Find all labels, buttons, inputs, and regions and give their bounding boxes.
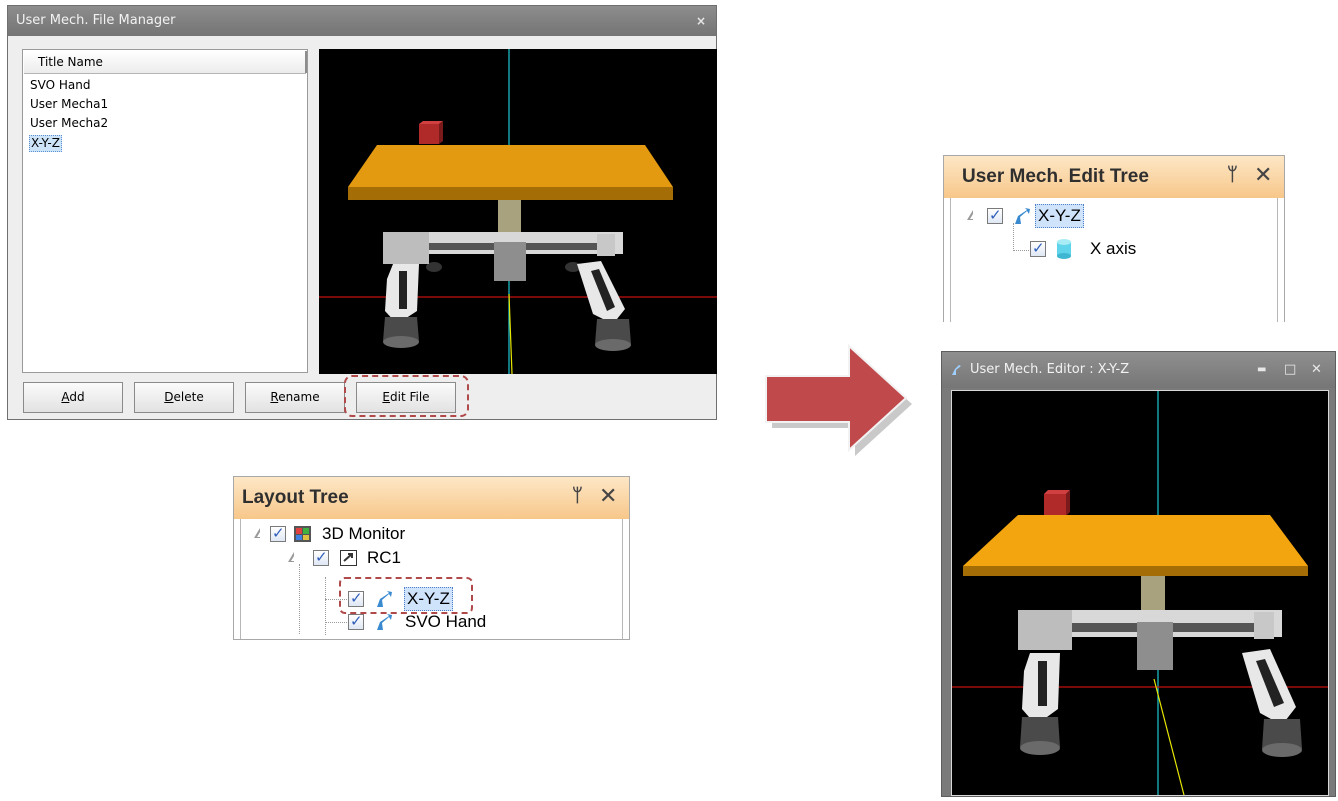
tree-guide xyxy=(1013,223,1014,251)
layout-tree-panel: Layout Tree ᛘ ✕ 3D Monitor RC1 X-Y-Z xyxy=(233,476,630,640)
tree-guide xyxy=(325,622,347,623)
xyz-node-highlight xyxy=(339,577,473,614)
tree-guide xyxy=(325,577,326,635)
edit-tree-body: X-Y-Z X axis xyxy=(950,198,1278,322)
edit-tree-title: User Mech. Edit Tree xyxy=(962,166,1149,187)
editor-app-icon xyxy=(952,365,961,375)
tree-node-3d-monitor[interactable]: 3D Monitor xyxy=(322,523,405,545)
robot-arm-icon xyxy=(1015,208,1030,224)
close-icon[interactable]: ✕ xyxy=(1311,352,1322,388)
edit-file-highlight xyxy=(344,375,469,417)
checkbox-svo-hand[interactable] xyxy=(348,612,364,630)
maximize-icon[interactable]: □ xyxy=(1284,352,1296,388)
list-item-selected[interactable]: X-Y-Z xyxy=(29,135,62,152)
mechanism-editor-window: User Mech. Editor : X-Y-Z ▬ □ ✕ xyxy=(941,351,1336,797)
pin-icon[interactable]: ᛘ xyxy=(572,485,583,506)
column-title-name: Title Name xyxy=(38,55,103,69)
close-icon[interactable]: × xyxy=(696,6,706,36)
tree-node-rc1[interactable]: RC1 xyxy=(367,547,401,569)
expand-triangle-icon[interactable] xyxy=(254,528,260,538)
tree-guide xyxy=(299,564,300,634)
cylinder-axis-icon xyxy=(1057,239,1071,259)
layout-tree-title: Layout Tree xyxy=(242,487,349,508)
right-arrow-icon xyxy=(765,343,912,456)
editor-titlebar[interactable]: User Mech. Editor : X-Y-Z ▬ □ ✕ xyxy=(942,352,1335,388)
checkbox-x-axis[interactable] xyxy=(1030,239,1046,257)
controller-icon xyxy=(340,550,357,566)
checkbox-rc1[interactable] xyxy=(313,548,329,566)
list-item[interactable]: User Mecha1 xyxy=(29,96,109,113)
list-column-header[interactable]: Title Name xyxy=(24,51,307,74)
mechanism-list[interactable]: Title Name SVO Hand User Mecha1 User Mec… xyxy=(22,49,308,373)
rename-button[interactable]: Rename xyxy=(245,382,345,413)
mechanism-3d-preview[interactable] xyxy=(319,49,717,374)
column-divider[interactable] xyxy=(305,51,307,73)
delete-label: elete xyxy=(173,390,204,404)
file-manager-title: User Mech. File Manager xyxy=(16,13,176,28)
file-manager-window: User Mech. File Manager × Title Name SVO… xyxy=(7,5,717,420)
add-label: dd xyxy=(69,390,85,404)
rename-label: ename xyxy=(278,390,320,404)
close-icon[interactable]: ✕ xyxy=(599,484,617,509)
add-button[interactable]: Add xyxy=(23,382,123,413)
delete-accesskey: D xyxy=(164,390,174,404)
delete-button[interactable]: Delete xyxy=(134,382,234,413)
pin-icon[interactable]: ᛘ xyxy=(1227,164,1238,185)
checkbox-3d-monitor[interactable] xyxy=(270,524,286,542)
file-manager-titlebar[interactable]: User Mech. File Manager × xyxy=(8,6,716,36)
expand-triangle-icon[interactable] xyxy=(967,210,973,220)
tree-node-svo-hand[interactable]: SVO Hand xyxy=(405,611,486,633)
checkbox-xyz-root[interactable] xyxy=(987,206,1003,224)
tree-node-x-axis[interactable]: X axis xyxy=(1090,238,1136,260)
robot-3d-render xyxy=(319,49,717,374)
edit-tree-header: User Mech. Edit Tree ᛘ ✕ xyxy=(944,156,1284,198)
editor-title: User Mech. Editor : X-Y-Z xyxy=(970,362,1130,377)
editor-3d-viewport[interactable] xyxy=(951,390,1329,796)
list-item[interactable]: SVO Hand xyxy=(29,77,91,94)
tree-guide xyxy=(1013,250,1029,251)
tree-node-xyz-root[interactable]: X-Y-Z xyxy=(1035,204,1084,228)
robot-3d-render xyxy=(952,391,1328,795)
minimize-icon[interactable]: ▬ xyxy=(1257,352,1266,388)
layout-tree-header: Layout Tree ᛘ ✕ xyxy=(234,477,629,519)
expand-triangle-icon[interactable] xyxy=(288,552,294,562)
close-icon[interactable]: ✕ xyxy=(1254,163,1272,188)
robot-arm-icon xyxy=(377,614,392,630)
edit-tree-panel: User Mech. Edit Tree ᛘ ✕ X-Y-Z X axis xyxy=(943,155,1285,322)
monitor-icon xyxy=(294,526,311,542)
list-item[interactable]: User Mecha2 xyxy=(29,115,109,132)
